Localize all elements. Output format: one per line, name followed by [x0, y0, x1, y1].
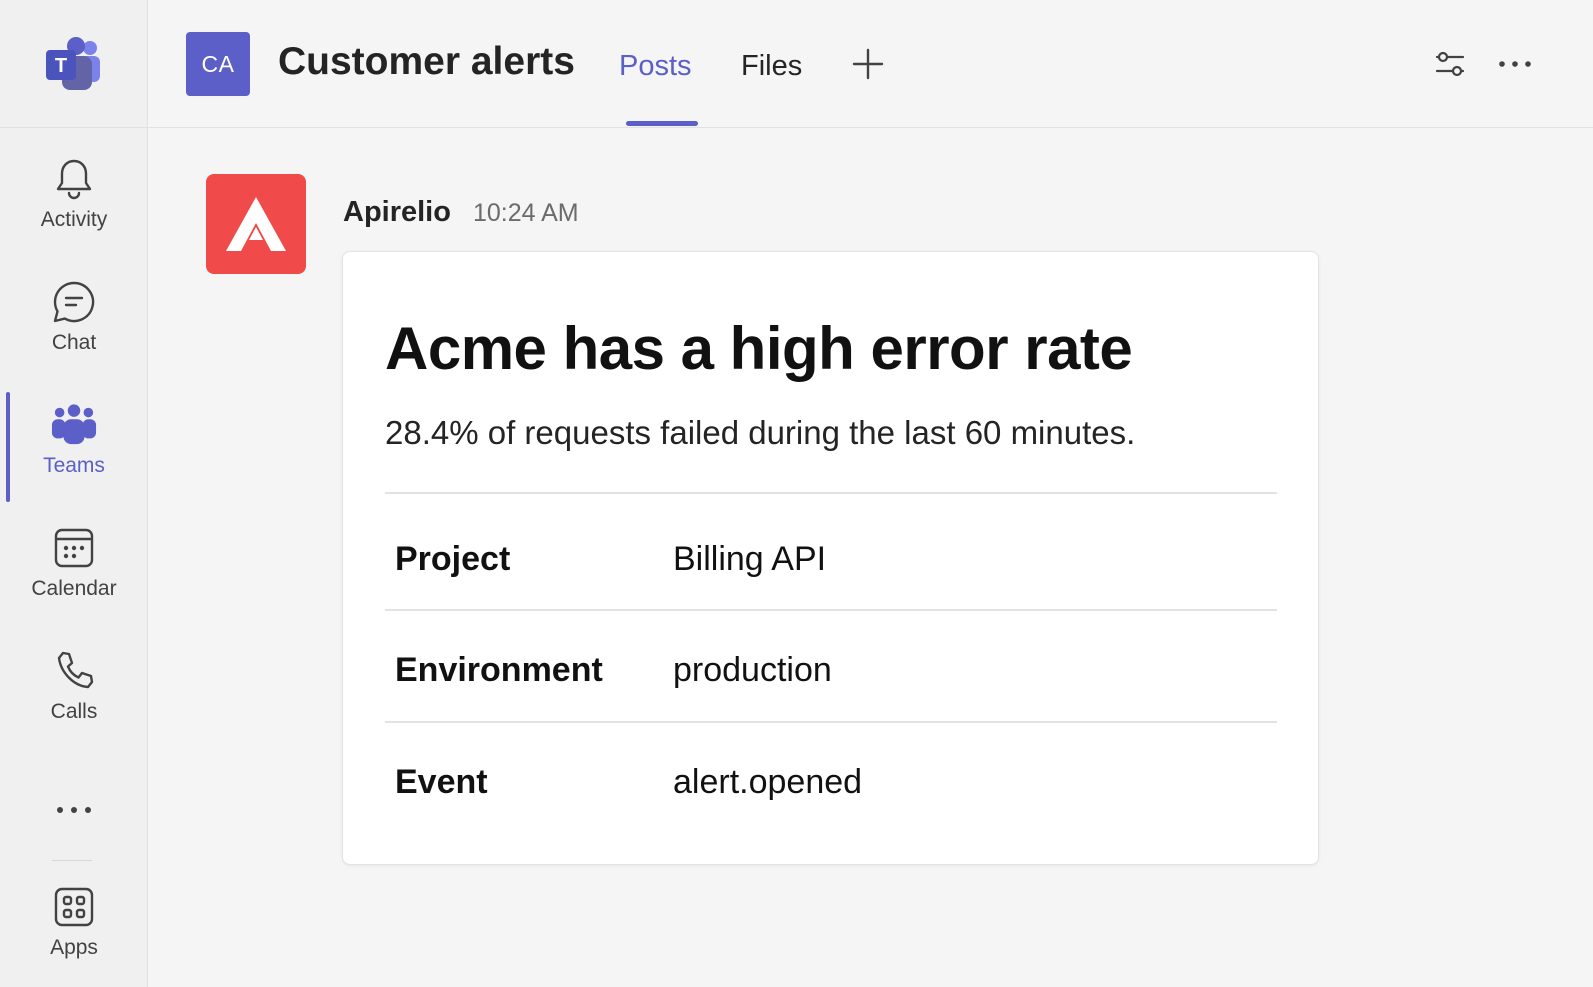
tab-posts[interactable]: Posts	[619, 50, 692, 83]
fact-value-environment: production	[673, 651, 832, 689]
active-tab-underline	[626, 121, 698, 126]
rail-label: Activity	[40, 208, 108, 231]
phone-icon	[51, 648, 97, 694]
rail-divider	[52, 860, 92, 861]
channel-header: CA Customer alerts Posts Files	[148, 0, 1593, 128]
rail-item-teams[interactable]: Teams	[0, 386, 148, 494]
rail-label: Teams	[43, 454, 105, 477]
ellipsis-icon	[1499, 61, 1531, 67]
tab-files[interactable]: Files	[741, 50, 802, 83]
fact-key-environment: Environment	[395, 651, 603, 689]
bell-icon	[51, 156, 97, 202]
rail-label: Calendar	[31, 577, 117, 600]
adaptive-card: Acme has a high error rate 28.4% of requ…	[342, 251, 1319, 865]
rail-item-activity[interactable]: Activity	[0, 140, 148, 248]
more-apps-button[interactable]	[0, 790, 148, 830]
more-options-button[interactable]	[1495, 44, 1535, 84]
channel-settings-button[interactable]	[1430, 44, 1470, 84]
calendar-icon	[51, 525, 97, 571]
svg-text:T: T	[55, 55, 67, 77]
message-timestamp: 10:24 AM	[472, 199, 579, 227]
teams-logo-icon: T	[46, 36, 100, 90]
rail-item-calendar[interactable]: Calendar	[0, 509, 148, 617]
card-description: 28.4% of requests failed during the last…	[385, 414, 1136, 451]
apirelio-logo-icon	[226, 197, 286, 251]
rail-label: Calls	[50, 700, 98, 723]
card-divider	[385, 721, 1277, 723]
left-rail: T Activity Chat Teams Calendar Calls App…	[0, 0, 148, 987]
message-meta: Apirelio 10:24 AM	[343, 196, 579, 229]
apps-icon	[51, 884, 97, 930]
add-tab-button[interactable]	[848, 44, 888, 84]
card-title: Acme has a high error rate	[385, 315, 1133, 382]
card-divider	[385, 492, 1277, 494]
fact-value-event: alert.opened	[673, 763, 863, 801]
team-avatar[interactable]: CA	[186, 32, 250, 96]
fact-key-project: Project	[395, 540, 511, 578]
channel-title: Customer alerts	[278, 40, 575, 83]
rail-item-calls[interactable]: Calls	[0, 632, 148, 740]
rail-item-chat[interactable]: Chat	[0, 263, 148, 371]
teams-app: T Activity Chat Teams Calendar Calls App…	[0, 0, 1593, 987]
fact-key-event: Event	[395, 763, 488, 801]
sliders-icon	[1435, 51, 1465, 77]
teams-icon	[51, 402, 97, 448]
teams-logo: T	[0, 0, 148, 128]
fact-value-project: Billing API	[673, 540, 827, 578]
rail-item-apps[interactable]: Apps	[0, 868, 148, 976]
more-icon	[57, 807, 91, 813]
bot-avatar[interactable]	[206, 174, 306, 274]
chat-icon	[51, 279, 97, 325]
sender-name[interactable]: Apirelio	[343, 196, 451, 228]
plus-icon	[852, 48, 884, 80]
card-divider	[385, 609, 1277, 611]
rail-label: Chat	[51, 331, 97, 354]
rail-label: Apps	[50, 936, 98, 959]
